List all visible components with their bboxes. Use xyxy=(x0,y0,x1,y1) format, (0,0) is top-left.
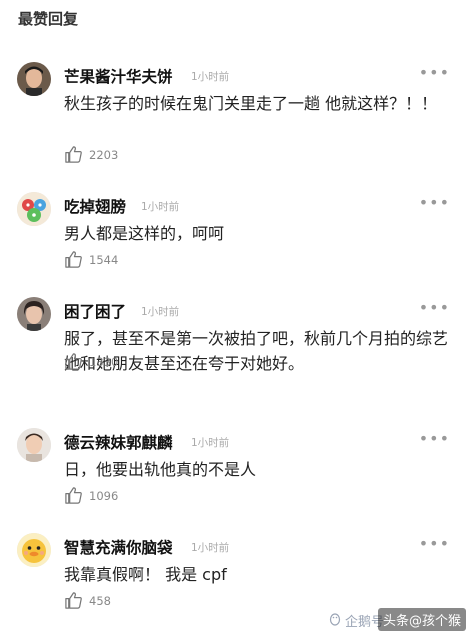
thumbs-up-icon xyxy=(65,353,82,370)
more-options-icon[interactable]: ••• xyxy=(419,193,450,212)
more-options-icon[interactable]: ••• xyxy=(419,534,450,553)
comment-text: 日，他要出轨他真的不是人 xyxy=(64,460,257,479)
brand-watermark: 头条@孩个猴 xyxy=(377,608,466,631)
more-options-icon[interactable]: ••• xyxy=(419,429,450,448)
comment-author[interactable]: 德云辣妹郭麒麟 xyxy=(64,431,173,453)
comment-time: 1小时前 xyxy=(191,437,230,449)
comment-time: 1小时前 xyxy=(141,306,180,318)
comment-time: 1小时前 xyxy=(191,542,230,554)
like-button[interactable]: 1330 xyxy=(64,352,118,371)
thumbs-up-icon xyxy=(65,146,82,163)
comment-time: 1小时前 xyxy=(191,71,230,83)
comment-author[interactable]: 吃掉翅膀 xyxy=(64,195,126,217)
more-options-icon[interactable]: ••• xyxy=(419,63,450,82)
woman-portrait-avatar[interactable] xyxy=(17,297,51,331)
comment-text: 服了，甚至不是第一次被拍了吧，秋前几个月拍的综艺她和她朋友甚至还在夸于对她好。 xyxy=(64,329,449,373)
like-count: 1096 xyxy=(89,488,119,503)
like-count: 1330 xyxy=(89,354,119,369)
like-count: 1544 xyxy=(89,252,119,267)
comment-text: 秋生孩子的时候在鬼门关里走了一趟 他就这样？！！ xyxy=(64,94,438,113)
comment-text: 我靠真假啊！ 我是 cpf xyxy=(64,565,227,584)
like-button[interactable]: 458 xyxy=(64,591,111,610)
like-count: 2203 xyxy=(89,147,119,162)
man-portrait-avatar[interactable] xyxy=(17,428,51,462)
thumbs-up-icon xyxy=(65,251,82,268)
comment-text: 男人都是这样的，呵呵 xyxy=(64,224,225,243)
more-options-icon[interactable]: ••• xyxy=(419,298,450,317)
thumbs-up-icon xyxy=(65,592,82,609)
man-portrait-avatar[interactable] xyxy=(17,62,51,96)
duck-avatar[interactable] xyxy=(17,533,51,567)
comment-author[interactable]: 芒果酱汁华夫饼 xyxy=(64,65,173,87)
comment-author[interactable]: 困了困了 xyxy=(64,300,126,322)
penguin-logo-icon xyxy=(329,613,341,626)
like-button[interactable]: 1096 xyxy=(64,486,118,505)
section-title: 最赞回复 xyxy=(18,10,79,28)
like-count: 458 xyxy=(89,593,111,608)
thumbs-up-icon xyxy=(65,487,82,504)
like-button[interactable]: 2203 xyxy=(64,145,118,164)
cartoon-group-avatar[interactable] xyxy=(17,192,51,226)
comment-author[interactable]: 智慧充满你脑袋 xyxy=(64,536,173,558)
like-button[interactable]: 1544 xyxy=(64,250,118,269)
comment-time: 1小时前 xyxy=(141,201,180,213)
